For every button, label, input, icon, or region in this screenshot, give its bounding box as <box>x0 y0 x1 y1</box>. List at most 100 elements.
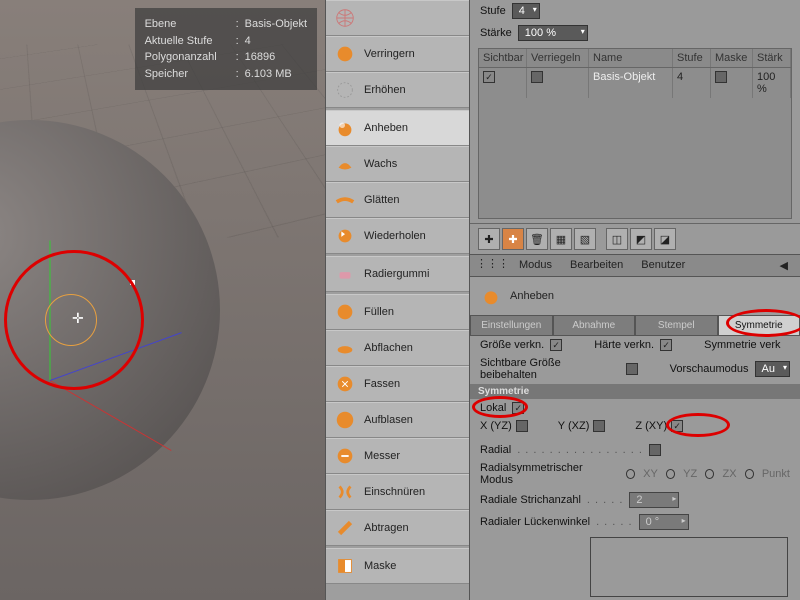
tool-radiergummi[interactable]: Radiergummi <box>326 256 469 292</box>
arrow-left-icon[interactable]: ◀ <box>774 257 794 274</box>
delete-layer-button[interactable]: 🗑 <box>526 228 548 250</box>
layer-action-4[interactable]: ◩ <box>630 228 652 250</box>
luecke-input[interactable]: 0 ° <box>639 514 689 530</box>
tab-abnahme[interactable]: Abnahme <box>553 315 636 336</box>
sphere-minus-icon <box>332 41 358 67</box>
tool-wachs[interactable]: Wachs <box>326 146 469 182</box>
sphere-plus-icon <box>332 77 358 103</box>
radmod-punkt-radio[interactable] <box>745 469 754 479</box>
table-row[interactable]: Basis-Objekt 4 100 % <box>479 68 791 98</box>
mask-checkbox[interactable] <box>715 71 727 83</box>
sym-x-label: X (YZ) <box>480 420 512 432</box>
tool-abflachen[interactable]: Abflachen <box>326 330 469 366</box>
row-stufe: 4 <box>673 68 711 98</box>
brush-tabs: Einstellungen Abnahme Stempel Symmetrie <box>470 315 800 336</box>
viewport-info: Ebene:Basis-Objekt Aktuelle Stufe:4 Poly… <box>135 8 317 90</box>
tool-label: Glätten <box>364 194 399 206</box>
tool-aufblasen[interactable]: Aufblasen <box>326 402 469 438</box>
layer-action-3[interactable]: ◫ <box>606 228 628 250</box>
brush-icon <box>478 283 504 309</box>
tool-label: Aufblasen <box>364 414 413 426</box>
pinch-icon <box>332 479 358 505</box>
info-mem-v: 6.103 MB <box>245 66 292 83</box>
menu-handle-icon[interactable]: ⋮⋮⋮ <box>476 257 509 274</box>
tab-einstellungen[interactable]: Einstellungen <box>470 315 553 336</box>
haerte-label: Härte verkn. <box>594 339 654 351</box>
add-layer-orange-button[interactable]: ✚ <box>502 228 524 250</box>
viewport-3d[interactable]: ✛ Ebene:Basis-Objekt Aktuelle Stufe:4 Po… <box>0 0 325 600</box>
col-maske: Maske <box>711 49 753 67</box>
tool-label: Füllen <box>364 306 394 318</box>
vorschau-label: Vorschaumodus <box>670 363 749 375</box>
layer-action-5[interactable]: ◪ <box>654 228 676 250</box>
radmod-xy-radio[interactable] <box>626 469 635 479</box>
tool-label: Fassen <box>364 378 400 390</box>
tool-fassen[interactable]: Fassen <box>326 366 469 402</box>
radmod-label: Radialsymmetrischer Modus <box>480 462 606 486</box>
tool-abtragen[interactable]: Abtragen <box>326 510 469 546</box>
tool-glaetten[interactable]: Glätten <box>326 182 469 218</box>
staerke-select[interactable]: 100 % <box>518 25 588 41</box>
attribute-menu: ⋮⋮⋮ Modus Bearbeiten Benutzer ◀ <box>470 254 800 277</box>
menu-modus[interactable]: Modus <box>511 257 560 274</box>
tool-label: Abtragen <box>364 522 409 534</box>
fill-icon <box>332 299 358 325</box>
properties-panel: Stufe 4 Stärke 100 % Sichtbar Verriegeln… <box>470 0 800 600</box>
stufe-select[interactable]: 4 <box>512 3 540 19</box>
visible-checkbox[interactable] <box>483 71 495 83</box>
handle-dot <box>130 280 135 285</box>
tool-erhoehen[interactable]: Erhöhen <box>326 72 469 108</box>
haerte-checkbox[interactable] <box>660 339 672 351</box>
vorschau-select[interactable]: Au <box>755 361 790 377</box>
lokal-checkbox[interactable] <box>512 402 524 414</box>
tool-wiederholen[interactable]: Wiederholen <box>326 218 469 254</box>
mask-icon <box>332 553 358 579</box>
strich-input[interactable]: 2 <box>629 492 679 508</box>
info-layer-v: Basis-Objekt <box>245 16 307 33</box>
col-stufe: Stufe <box>673 49 711 67</box>
info-poly-v: 16896 <box>245 49 276 66</box>
lokal-label: Lokal <box>480 402 506 414</box>
menu-benutzer[interactable]: Benutzer <box>633 257 693 274</box>
flatten-icon <box>332 335 358 361</box>
sym-y-checkbox[interactable] <box>593 420 605 432</box>
layer-action-2[interactable]: ▧ <box>574 228 596 250</box>
tab-symmetrie[interactable]: Symmetrie <box>718 315 800 336</box>
sichtbare-checkbox[interactable] <box>626 363 638 375</box>
sichtbare-label: Sichtbare Größe beibehalten <box>480 357 620 381</box>
cursor-cross-icon: ✛ <box>72 310 84 327</box>
sym-x-checkbox[interactable] <box>516 420 528 432</box>
sym-z-checkbox[interactable] <box>671 420 683 432</box>
radmod-zx-radio[interactable] <box>705 469 714 479</box>
tool-label: Verringern <box>364 48 415 60</box>
radial-checkbox[interactable] <box>649 444 661 456</box>
info-layer-k: Ebene <box>145 16 230 33</box>
lock-checkbox[interactable] <box>531 71 543 83</box>
info-mem-k: Speicher <box>145 66 230 83</box>
row-staerke: 100 % <box>753 68 791 98</box>
tab-stempel[interactable]: Stempel <box>635 315 718 336</box>
tool-verringern[interactable]: Verringern <box>326 36 469 72</box>
symverk-label: Symmetrie verk <box>704 339 780 351</box>
grab-icon <box>332 371 358 397</box>
radmod-yz-radio[interactable] <box>666 469 675 479</box>
strich-label: Radiale Strichanzahl <box>480 494 581 506</box>
groesse-label: Größe verkn. <box>480 339 544 351</box>
tool-maske[interactable]: Maske <box>326 548 469 584</box>
radial-label: Radial <box>480 444 511 456</box>
menu-bearbeiten[interactable]: Bearbeiten <box>562 257 631 274</box>
sphere-wire-icon <box>332 5 358 31</box>
stufe-label: Stufe <box>480 5 506 17</box>
tool-messer[interactable]: Messer <box>326 438 469 474</box>
tool-anheben[interactable]: Anheben <box>326 110 469 146</box>
sculpt-tool-column: Verringern Erhöhen Anheben Wachs Glätten… <box>325 0 470 600</box>
inflate-icon <box>332 407 358 433</box>
tool-subdivide-up[interactable] <box>326 0 469 36</box>
dots: . . . . . . . . . . . . . . . . <box>517 444 643 456</box>
groesse-checkbox[interactable] <box>550 339 562 351</box>
tool-fuellen[interactable]: Füllen <box>326 294 469 330</box>
layer-action-1[interactable]: ▦ <box>550 228 572 250</box>
tool-einschnueren[interactable]: Einschnüren <box>326 474 469 510</box>
add-layer-button[interactable]: ✚ <box>478 228 500 250</box>
pull-icon <box>332 115 358 141</box>
